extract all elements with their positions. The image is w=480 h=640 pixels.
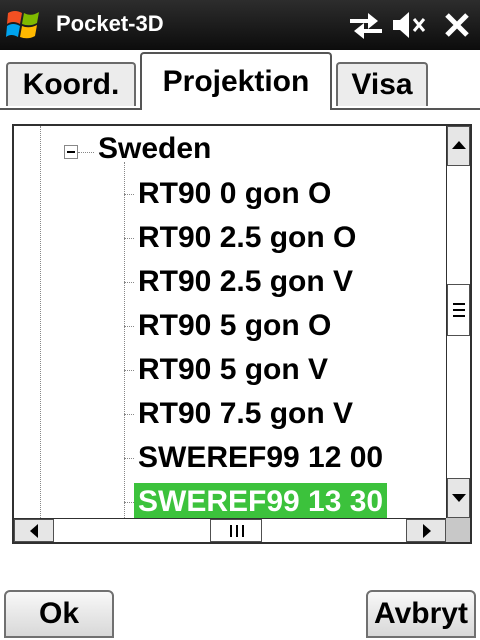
grip-line xyxy=(453,315,465,317)
volume-muted-icon[interactable] xyxy=(390,8,428,42)
projection-tree-panel: Sweden RT90 0 gon O RT90 2.5 gon O RT90 … xyxy=(12,124,472,544)
collapse-toggle-icon[interactable] xyxy=(64,145,78,159)
tree-line xyxy=(124,194,134,195)
arrow-right-icon xyxy=(423,524,431,538)
tree-item-rt90-0-gon-o[interactable]: RT90 0 gon O xyxy=(134,175,335,213)
tree-item-rt90-2-5-gon-v[interactable]: RT90 2.5 gon V xyxy=(134,263,357,301)
tree-item-sweref99-12-00[interactable]: SWEREF99 12 00 xyxy=(134,439,387,477)
windows-flag-icon[interactable] xyxy=(6,7,42,43)
scrollbar-corner xyxy=(446,518,470,542)
horizontal-scroll-thumb[interactable] xyxy=(210,519,262,542)
tree-line xyxy=(124,282,134,283)
grip-line xyxy=(236,525,238,537)
horizontal-scrollbar[interactable] xyxy=(14,518,446,542)
tree-line xyxy=(124,458,134,459)
app-title: Pocket-3D xyxy=(56,11,164,36)
scroll-up-button[interactable] xyxy=(447,126,470,166)
tree-line xyxy=(124,238,134,239)
vertical-scroll-thumb[interactable] xyxy=(447,284,470,336)
scroll-down-button[interactable] xyxy=(447,478,470,518)
ok-button[interactable]: Ok xyxy=(4,590,114,638)
tree-line xyxy=(124,414,134,415)
tree-line xyxy=(124,326,134,327)
tree-item-rt90-7-5-gon-v[interactable]: RT90 7.5 gon V xyxy=(134,395,357,433)
grip-line xyxy=(453,309,465,311)
arrow-up-icon xyxy=(452,141,466,149)
tree-line xyxy=(124,162,125,518)
close-icon[interactable] xyxy=(440,8,474,42)
tab-visa[interactable]: Visa xyxy=(336,62,428,106)
tab-projektion[interactable]: Projektion xyxy=(140,52,332,110)
softkey-bar: Ok Avbryt xyxy=(0,580,480,640)
tab-koord[interactable]: Koord. xyxy=(6,62,136,106)
tree-item-rt90-5-gon-o[interactable]: RT90 5 gon O xyxy=(134,307,335,345)
arrow-down-icon xyxy=(452,494,466,502)
scroll-left-button[interactable] xyxy=(14,519,54,542)
vertical-scrollbar[interactable] xyxy=(446,126,470,518)
grip-line xyxy=(230,525,232,537)
scroll-right-button[interactable] xyxy=(406,519,446,542)
tree-line xyxy=(78,152,94,153)
tab-strip: Koord. Projektion Visa xyxy=(0,50,480,110)
tree-line xyxy=(40,126,41,518)
tree-item-rt90-2-5-gon-o[interactable]: RT90 2.5 gon O xyxy=(134,219,360,257)
tree-item-sweref99-13-30[interactable]: SWEREF99 13 30 xyxy=(134,483,388,518)
grip-line xyxy=(453,303,465,305)
projection-tree[interactable]: Sweden RT90 0 gon O RT90 2.5 gon O RT90 … xyxy=(14,126,446,518)
cancel-button[interactable]: Avbryt xyxy=(366,590,476,638)
title-bar: Pocket-3D xyxy=(0,0,480,50)
arrow-left-icon xyxy=(30,524,38,538)
tree-line xyxy=(124,370,134,371)
tree-node-sweden[interactable]: Sweden xyxy=(98,132,211,166)
tree-item-rt90-5-gon-v[interactable]: RT90 5 gon V xyxy=(134,351,332,389)
tree-line xyxy=(124,502,134,503)
grip-line xyxy=(242,525,244,537)
connectivity-arrows-icon[interactable] xyxy=(346,8,386,42)
